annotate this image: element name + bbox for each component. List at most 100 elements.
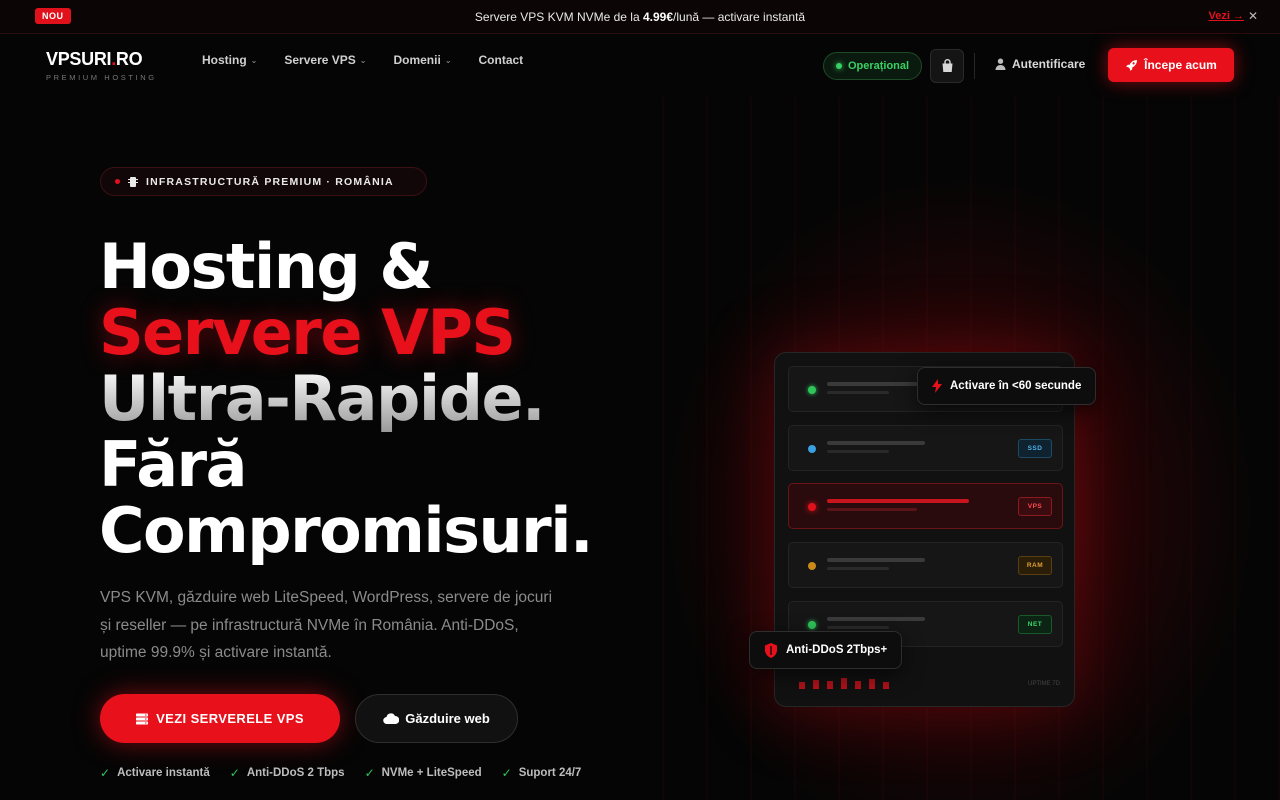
announcement-text-before: Servere VPS KVM NVMe de la — [474, 9, 643, 24]
feature-item: ✓ Anti-DDoS 2 Tbps — [230, 766, 345, 780]
activation-badge: Activare în <60 secunde — [917, 367, 1097, 405]
hero-headline: Hosting & Servere VPS Ultra-Rapide. Fără… — [99, 230, 594, 567]
unit-tag: NET — [1018, 615, 1052, 634]
unit-bar — [827, 617, 925, 621]
status-dot-icon — [835, 63, 842, 69]
unit-tag: RAM — [1018, 556, 1052, 575]
logo[interactable]: VPSURI.RO PREMIUM HOSTING — [46, 49, 157, 82]
logo-tld: RO — [115, 49, 143, 69]
hero-eyebrow-pill: INFRASTRUCTURĂ PREMIUM · ROMÂNIA — [100, 167, 427, 196]
uptime-bar — [841, 678, 847, 689]
unit-tag: SSD — [1018, 439, 1052, 458]
headline-line-3: Ultra-Rapide. — [99, 366, 592, 432]
check-icon: ✓ — [501, 766, 512, 780]
cart-button[interactable] — [930, 49, 964, 83]
unit-tag: VPS — [1018, 497, 1052, 516]
feature-label: NVMe + LiteSpeed — [381, 767, 482, 779]
shopping-bag-icon — [942, 59, 952, 72]
feature-list: ✓ Activare instantă ✓ Anti-DDoS 2 Tbps ✓ NV… — [100, 766, 581, 780]
nav-item-servere-vps[interactable]: Servere VPS ⌄ — [284, 53, 366, 67]
shield-icon — [765, 642, 777, 658]
login-link[interactable]: Autentificare — [995, 57, 1085, 71]
announcement-text: Servere VPS KVM NVMe de la 4.99€/lună — … — [475, 10, 805, 24]
nav-item-contact[interactable]: Contact — [479, 53, 524, 67]
unit-bar — [827, 626, 889, 629]
close-icon[interactable]: ✕ — [1248, 9, 1258, 23]
unit-bar — [827, 499, 969, 503]
status-led-icon — [808, 562, 816, 570]
red-dot-icon — [115, 179, 120, 184]
ddos-badge: Anti-DDoS 2Tbps+ — [749, 631, 903, 669]
rocket-icon — [1126, 59, 1138, 71]
uptime-bar — [883, 682, 889, 689]
headline-line-2: Servere VPS — [99, 296, 516, 369]
unit-bar — [827, 567, 889, 570]
feature-item: ✓ Suport 24/7 — [502, 766, 582, 780]
check-icon: ✓ — [229, 766, 240, 780]
lightning-icon — [932, 379, 942, 393]
server-unit: SSD — [788, 425, 1063, 471]
server-unit-active: VPS — [788, 483, 1063, 529]
web-hosting-label: Găzduire web — [405, 711, 490, 726]
logo-tagline: PREMIUM HOSTING — [46, 73, 157, 82]
feature-item: ✓ NVMe + LiteSpeed — [365, 766, 482, 780]
check-icon: ✓ — [100, 766, 111, 780]
chevron-down-icon: ⌄ — [250, 55, 258, 65]
hero-description: VPS KVM, găzduire web LiteSpeed, WordPre… — [100, 589, 553, 661]
headline-line-1: Hosting & — [99, 230, 433, 303]
uptime-bar — [827, 681, 833, 689]
new-badge: NOU — [35, 8, 71, 24]
cloud-icon — [383, 713, 400, 724]
nav-menu: Hosting ⌄ Servere VPS ⌄ Domenii ⌄ Contact — [202, 53, 523, 67]
unit-bar — [827, 382, 927, 386]
main-navigation: VPSURI.RO PREMIUM HOSTING Hosting ⌄ Serve… — [0, 35, 1280, 97]
status-badge[interactable]: Operațional — [823, 52, 922, 80]
start-now-label: Începe acum — [1144, 58, 1217, 72]
uptime-bar — [813, 680, 819, 689]
start-now-button[interactable]: Începe acum — [1108, 48, 1234, 82]
announcement-text-after: /lună — activare instantă — [673, 9, 806, 24]
announcement-price: 4.99€ — [642, 9, 674, 24]
nav-item-domenii[interactable]: Domenii ⌄ — [393, 53, 451, 67]
headline-line-4: Fără — [99, 428, 247, 501]
nav-item-hosting[interactable]: Hosting ⌄ — [202, 53, 257, 67]
hero-eyebrow-label: INFRASTRUCTURĂ PREMIUM · ROMÂNIA — [146, 175, 394, 188]
unit-bar — [827, 450, 889, 453]
status-led-icon — [808, 386, 816, 394]
server-chip-icon — [128, 176, 138, 187]
feature-label: Anti-DDoS 2 Tbps — [246, 767, 345, 779]
check-icon: ✓ — [364, 766, 375, 780]
feature-item: ✓ Activare instantă — [100, 766, 210, 780]
unit-bar — [827, 391, 889, 394]
nav-item-label: Servere VPS — [284, 53, 356, 67]
logo-main: VPSURI — [46, 49, 112, 69]
uptime-bar — [855, 681, 861, 689]
uptime-bar — [869, 679, 875, 689]
chevron-down-icon: ⌄ — [359, 55, 367, 65]
chevron-down-icon: ⌄ — [444, 55, 452, 65]
view-vps-button[interactable]: VEZI SERVERELE VPS — [100, 694, 340, 743]
logo-wordmark: VPSURI.RO — [46, 49, 157, 70]
view-vps-label: VEZI SERVERELE VPS — [156, 711, 304, 726]
headline-line-5: Compromisuri. — [99, 494, 594, 567]
login-label: Autentificare — [1012, 57, 1086, 71]
announcement-bar: NOU Servere VPS KVM NVMe de la 4.99€/lun… — [0, 0, 1280, 34]
uptime-label: UPTIME 7D — [1027, 681, 1060, 687]
unit-bar — [827, 558, 925, 562]
status-label: Operațional — [847, 60, 910, 72]
announcement-link[interactable]: Vezi → — [1209, 10, 1244, 22]
nav-item-label: Hosting — [202, 53, 247, 67]
web-hosting-button[interactable]: Găzduire web — [355, 694, 518, 743]
nav-item-label: Contact — [478, 53, 524, 67]
nav-divider — [974, 53, 975, 79]
status-led-icon — [808, 503, 816, 511]
unit-bar — [827, 508, 917, 511]
server-unit: RAM — [788, 542, 1063, 588]
user-icon — [995, 58, 1006, 70]
activation-label: Activare în <60 secunde — [950, 380, 1082, 392]
feature-label: Activare instantă — [117, 767, 210, 779]
ddos-label: Anti-DDoS 2Tbps+ — [786, 644, 888, 656]
unit-bar — [827, 441, 925, 445]
feature-label: Suport 24/7 — [518, 767, 582, 779]
server-stack-icon — [136, 713, 149, 724]
